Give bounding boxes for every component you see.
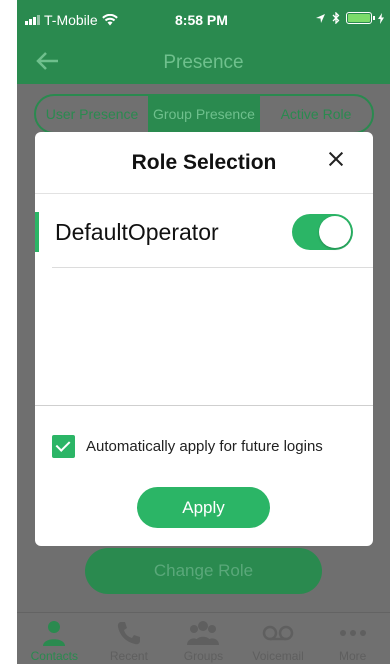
tab-label-contacts: Contacts — [30, 649, 78, 663]
nav-bar: Presence — [17, 40, 390, 84]
modal-title: Role Selection — [131, 151, 277, 174]
more-icon — [338, 619, 368, 647]
auto-apply-row[interactable]: Automatically apply for future logins — [52, 434, 362, 458]
tab-label-more: More — [339, 649, 367, 663]
voicemail-icon — [261, 619, 295, 647]
tab-label-recent: Recent — [109, 649, 148, 663]
tab-groups[interactable]: Groups — [166, 613, 241, 664]
status-left: T-Mobile — [25, 12, 118, 28]
divider — [52, 267, 373, 268]
toggle-knob — [319, 216, 351, 248]
bottom-tab-bar: Contacts Recent Groups Voicemail More — [17, 612, 390, 664]
phone-icon — [115, 619, 143, 647]
divider — [35, 405, 373, 406]
tab-user-presence[interactable]: User Presence — [36, 96, 148, 132]
auto-apply-checkbox[interactable] — [52, 434, 75, 458]
carrier-label: T-Mobile — [44, 12, 98, 28]
tab-recent[interactable]: Recent — [92, 613, 167, 664]
role-name: DefaultOperator — [55, 219, 219, 245]
tab-more[interactable]: More — [315, 613, 390, 664]
person-icon — [40, 619, 68, 647]
tab-active-role[interactable]: Active Role — [260, 96, 372, 132]
location-icon — [316, 13, 325, 23]
modal-header: Role Selection — [35, 132, 373, 194]
wifi-icon — [101, 14, 118, 26]
change-role-button[interactable]: Change Role — [85, 548, 322, 594]
page-title: Presence — [163, 52, 244, 73]
app-screen: T-Mobile 8:58 PM Presence User Presence … — [17, 0, 390, 664]
auto-apply-label: Automatically apply for future logins — [86, 437, 323, 455]
tab-label-groups: Groups — [183, 649, 224, 663]
tab-voicemail[interactable]: Voicemail — [241, 613, 316, 664]
role-toggle[interactable] — [292, 214, 353, 250]
charging-icon — [378, 12, 384, 24]
signal-icon — [25, 15, 40, 25]
status-bar: T-Mobile 8:58 PM — [17, 0, 390, 40]
tab-group-presence[interactable]: Group Presence — [148, 96, 260, 132]
role-selection-modal: Role Selection DefaultOperator Automatic… — [35, 132, 373, 546]
role-selected-indicator — [35, 212, 39, 252]
group-icon — [187, 619, 220, 647]
battery-icon — [346, 12, 375, 24]
status-time: 8:58 PM — [175, 12, 228, 28]
tab-contacts[interactable]: Contacts — [17, 613, 92, 664]
close-icon[interactable] — [325, 148, 347, 170]
apply-button[interactable]: Apply — [137, 487, 270, 528]
status-right — [315, 12, 384, 24]
presence-segmented-control: User Presence Group Presence Active Role — [34, 94, 374, 134]
bluetooth-icon — [332, 12, 340, 24]
role-row[interactable]: DefaultOperator — [35, 212, 373, 252]
tab-label-voicemail: Voicemail — [252, 649, 304, 663]
